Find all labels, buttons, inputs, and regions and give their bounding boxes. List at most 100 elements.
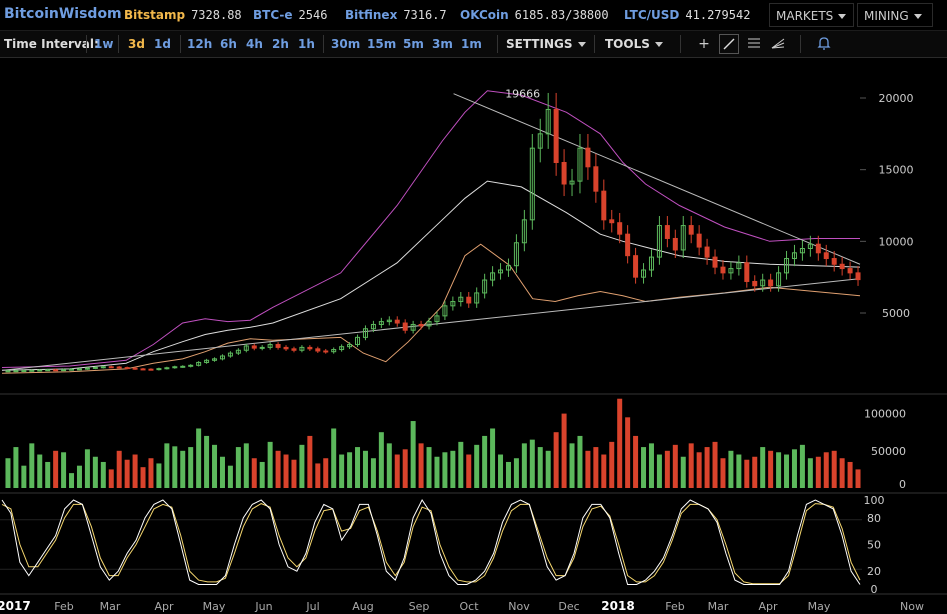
ticker-ltcusd[interactable]: LTC/USD 41.279542 [624, 8, 750, 22]
ticker-btce[interactable]: BTC-e 2546 [253, 8, 327, 22]
ticker-bitstamp[interactable]: Bitstamp 7328.88 [124, 8, 242, 22]
volume-bar [656, 454, 662, 488]
volume-bar [386, 443, 392, 488]
divider [323, 35, 324, 53]
candle-body [323, 350, 329, 353]
interval-30m[interactable]: 30m [331, 37, 360, 51]
interval-3m[interactable]: 3m [432, 37, 453, 51]
ticker-exchange[interactable]: BTC-e [253, 8, 293, 22]
volume-bar [259, 461, 265, 488]
crosshair-icon[interactable]: + [694, 34, 714, 54]
interval-4h[interactable]: 4h [246, 37, 263, 51]
volume-bar [641, 447, 647, 488]
candle-body [561, 162, 567, 185]
candle-body [259, 346, 265, 349]
candle-body [124, 367, 130, 370]
candle-body [688, 225, 694, 235]
interval-1h[interactable]: 1h [298, 37, 315, 51]
volume-bar [617, 398, 623, 488]
chevron-down-icon [913, 14, 922, 19]
volume-bar [164, 443, 170, 488]
volume-bar [37, 454, 43, 488]
interval-6h[interactable]: 6h [220, 37, 237, 51]
price-chart[interactable]: 19666 20000 15000 10000 5000 100000 50000 0 1… [0, 58, 947, 614]
horizontal-lines-icon[interactable] [744, 34, 764, 54]
volume-bar [434, 456, 440, 488]
volume-bar [847, 461, 853, 488]
volume-bar [132, 454, 138, 488]
interval-3d[interactable]: 3d [128, 37, 145, 51]
mining-menu-button[interactable]: MINING [857, 3, 933, 27]
time-axis-label: Dec [558, 600, 579, 613]
settings-label: SETTINGS [506, 37, 573, 51]
volume-bar [625, 417, 631, 488]
time-axis-label: Apr [154, 600, 174, 613]
ticker-exchange[interactable]: Bitstamp [124, 8, 185, 22]
ticker-exchange[interactable]: Bitfinex [345, 8, 397, 22]
divider [86, 35, 87, 53]
volume-bar [633, 435, 639, 488]
trendline-icon[interactable] [719, 34, 739, 54]
ticker-okcoin[interactable]: OKCoin 6185.83/38800 [460, 8, 609, 22]
interval-5m[interactable]: 5m [403, 37, 424, 51]
volume-bar [124, 459, 130, 488]
interval-1d[interactable]: 1d [154, 37, 171, 51]
ticker-exchange[interactable]: LTC/USD [624, 8, 679, 22]
interval-2h[interactable]: 2h [272, 37, 289, 51]
mining-menu-label: MINING [864, 9, 909, 23]
time-axis-label: Jun [254, 600, 272, 613]
time-axis-label: Oct [459, 600, 479, 613]
volume-bar [219, 456, 225, 488]
volume-bar [466, 454, 472, 488]
volume-bar [100, 461, 106, 488]
volume-bar [784, 454, 790, 488]
brand-logo[interactable]: BitcoinWisdom [4, 6, 122, 22]
volume-axis: 100000 50000 0 [864, 408, 906, 491]
time-axis-label: Feb [54, 600, 73, 613]
time-axis-label: Feb [665, 600, 684, 613]
interval-1w[interactable]: 1w [94, 37, 113, 51]
ticker-bitfinex[interactable]: Bitfinex 7316.7 [345, 8, 447, 22]
volume-bar [839, 458, 845, 488]
fan-icon[interactable] [768, 34, 788, 54]
divider [180, 35, 181, 53]
ticker-exchange[interactable]: OKCoin [460, 8, 509, 22]
candle-body [275, 344, 281, 348]
markets-menu-button[interactable]: MARKETS [769, 3, 854, 27]
stochastic-oscillator [1, 499, 861, 585]
volume-bar [529, 439, 535, 488]
volume-bar [521, 443, 527, 488]
interval-15m[interactable]: 15m [367, 37, 396, 51]
time-axis: 2017 Feb Mar Apr May Jun Jul Aug Sep Oct Nov Dec 201… [0, 599, 924, 613]
bell-icon[interactable] [814, 34, 834, 54]
volume-bar [482, 435, 488, 488]
stoch-tick-label: 0 [871, 583, 878, 596]
volume-bar [188, 447, 194, 488]
interval-1m[interactable]: 1m [461, 37, 482, 51]
time-axis-label: Now [900, 600, 924, 613]
volume-bar [212, 444, 218, 488]
candlestick-series [5, 92, 861, 373]
settings-menu-button[interactable]: SETTINGS [506, 37, 586, 51]
volume-bar [505, 461, 511, 488]
volume-bar [688, 443, 694, 488]
volume-bar [5, 458, 11, 488]
volume-bar [307, 435, 313, 488]
candle-body [585, 147, 591, 168]
interval-12h[interactable]: 12h [187, 37, 212, 51]
volume-bar [339, 454, 345, 488]
volume-bar [410, 421, 416, 488]
candle-body [76, 368, 82, 371]
volume-bar [561, 413, 567, 488]
time-interval-label: Time Interval: [4, 37, 99, 51]
candle-body [140, 368, 146, 371]
tools-menu-button[interactable]: TOOLS [605, 37, 663, 51]
markets-menu-label: MARKETS [776, 9, 834, 23]
volume-bar [474, 444, 480, 488]
candle-body [831, 258, 837, 265]
time-axis-label: 2018 [601, 599, 634, 613]
volume-bar [331, 428, 337, 488]
candle-body [744, 262, 750, 282]
ticker-price: 7316.7 [403, 8, 447, 22]
candle-body [92, 366, 98, 369]
